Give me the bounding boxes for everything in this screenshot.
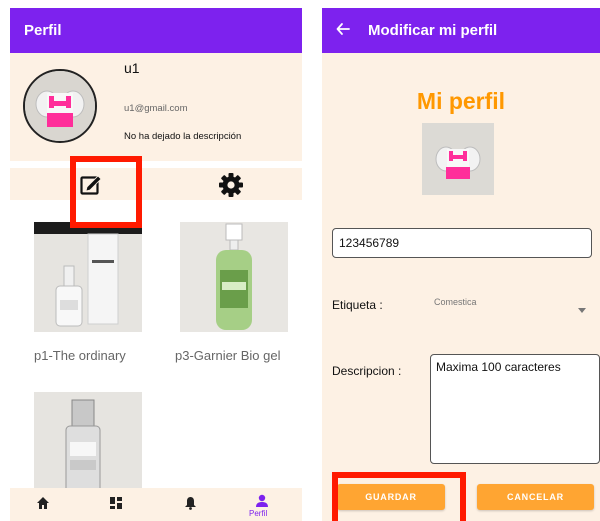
user-description: No ha dejado la descripción: [124, 131, 242, 142]
tag-label: Etiqueta :: [332, 298, 383, 312]
highlight-box: [70, 156, 142, 228]
product-image: [34, 392, 142, 502]
avatar-image: [25, 71, 95, 141]
gear-icon: [219, 173, 243, 197]
phone-field[interactable]: 123456789: [332, 228, 592, 258]
user-email: u1@gmail.com: [124, 103, 188, 114]
nav-profile[interactable]: Perfil: [249, 494, 269, 518]
settings-button[interactable]: [218, 172, 244, 198]
nav-notifications[interactable]: [184, 496, 197, 515]
edit-profile-screen: Modificar mi perfil Mi perfil 123456789 …: [322, 8, 600, 521]
profile-actions: [10, 168, 302, 200]
chevron-down-icon[interactable]: [578, 308, 586, 313]
back-button[interactable]: [336, 22, 350, 39]
app-bar: Perfil: [10, 8, 302, 53]
nav-home[interactable]: [36, 496, 50, 515]
bell-icon: [185, 497, 196, 510]
arrow-left-icon: [336, 23, 350, 35]
dashboard-icon: [110, 497, 122, 509]
product-caption: p1-The ordinary: [34, 348, 126, 363]
avatar-image: [422, 123, 494, 195]
profile-image-picker[interactable]: [422, 123, 494, 195]
bottom-navigation: Perfil: [10, 488, 302, 521]
appbar-title: Modificar mi perfil: [368, 22, 498, 39]
product-image: [34, 222, 142, 332]
tag-select[interactable]: Comestica: [434, 297, 477, 307]
avatar[interactable]: [23, 69, 97, 143]
nav-profile-label: Perfil: [249, 509, 268, 518]
highlight-box: [332, 472, 466, 521]
profile-screen: Perfil u1 u1@gmail.com No ha dejado la d…: [10, 8, 302, 521]
profile-card: u1 u1@gmail.com No ha dejado la descripc…: [10, 53, 302, 161]
person-icon: [256, 494, 268, 507]
product-caption: p3-Garnier Bio gel: [175, 348, 281, 363]
description-field[interactable]: Maxima 100 caracteres: [430, 354, 600, 464]
username: u1: [124, 60, 140, 76]
app-bar: Modificar mi perfil: [322, 8, 600, 53]
nav-dashboard[interactable]: [109, 496, 123, 515]
cancel-button[interactable]: CANCELAR: [477, 484, 594, 510]
description-label: Descripcion :: [332, 364, 402, 378]
page-title: Mi perfil: [416, 88, 506, 114]
appbar-title: Perfil: [24, 22, 62, 39]
product-image: [180, 222, 288, 332]
home-icon: [37, 497, 49, 509]
